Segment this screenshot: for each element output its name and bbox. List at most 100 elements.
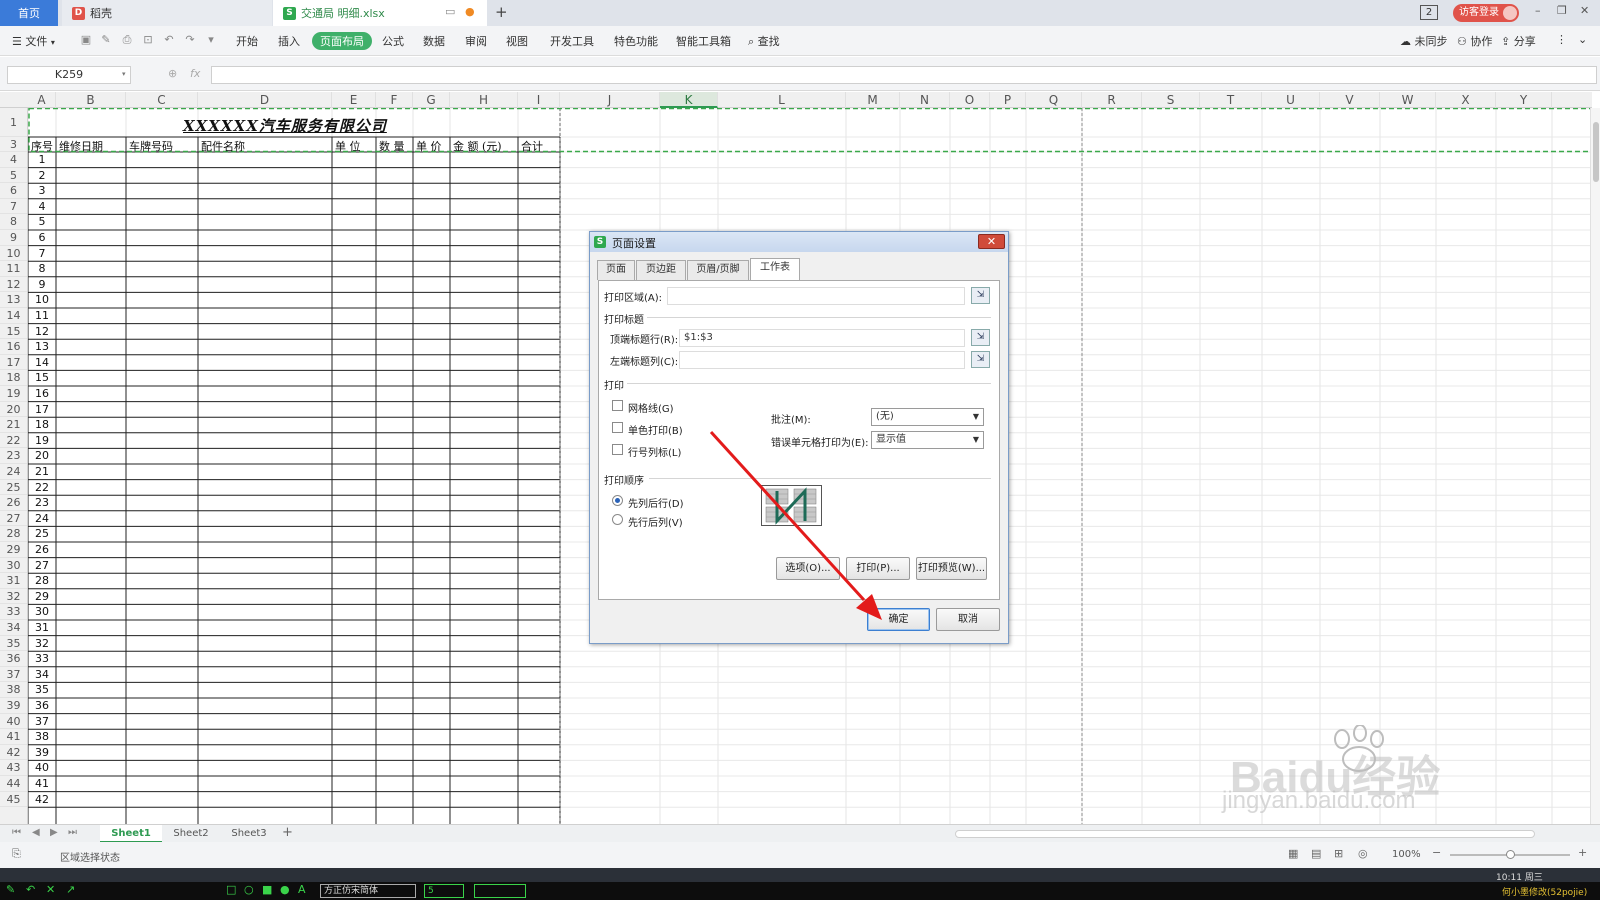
menu-dev-tools[interactable]: 开发工具 [550, 33, 594, 49]
filled-rect-tool-icon[interactable]: ■ [262, 883, 272, 896]
menu-review[interactable]: 审阅 [465, 33, 487, 49]
tab-page[interactable]: 页面 [597, 260, 635, 280]
column-header[interactable]: H [450, 92, 518, 108]
first-sheet-icon[interactable]: ⏮ [12, 827, 21, 838]
new-tab-button[interactable]: + [495, 3, 508, 21]
menu-search[interactable]: ⌕ 查找 [748, 33, 780, 49]
range-picker-icon[interactable]: ⇲ [971, 351, 990, 368]
save-icon[interactable]: ▣ [80, 34, 92, 46]
tab-file[interactable]: S 交通局 明细.xlsx ▭ ● [273, 0, 487, 26]
print-icon[interactable]: ⎙ [121, 34, 133, 46]
row-header[interactable]: 20 [0, 402, 27, 418]
undo-tool-icon[interactable]: ↶ [26, 883, 35, 896]
dialog-title-bar[interactable]: S 页面设置 ✕ [590, 232, 1008, 252]
menu-page-layout[interactable]: 页面布局 [312, 32, 372, 50]
menu-special[interactable]: 特色功能 [614, 33, 658, 49]
row-header[interactable]: 8 [0, 214, 27, 230]
filled-ellipse-tool-icon[interactable]: ● [280, 883, 290, 896]
options-button[interactable]: 选项(O)... [776, 557, 840, 580]
row-header[interactable]: 40 [0, 714, 27, 730]
column-header[interactable]: U [1262, 92, 1320, 108]
top-rows-input[interactable]: $1:$3 [679, 329, 965, 347]
menu-start[interactable]: 开始 [236, 33, 258, 49]
row-header[interactable]: 22 [0, 433, 27, 449]
sheet-tab-3[interactable]: Sheet3 [220, 825, 278, 843]
sheet-tab-1[interactable]: Sheet1 [100, 825, 162, 843]
column-header[interactable]: O [950, 92, 990, 108]
column-header[interactable]: C [126, 92, 198, 108]
column-header[interactable]: Q [1026, 92, 1082, 108]
row-header[interactable]: 43 [0, 760, 27, 776]
column-header[interactable]: X [1436, 92, 1496, 108]
tab-daoke[interactable]: D 稻壳 [62, 0, 272, 26]
row-header[interactable]: 33 [0, 604, 27, 620]
column-header[interactable]: W [1380, 92, 1436, 108]
collab-button[interactable]: ⚇ 协作 [1457, 33, 1492, 49]
row-header[interactable]: 34 [0, 620, 27, 636]
row-header[interactable]: 1 [0, 108, 27, 137]
restore-icon[interactable]: ❐ [1557, 4, 1567, 17]
errors-select[interactable]: 显示值 ▼ [871, 431, 984, 449]
print-area-input[interactable] [667, 287, 965, 305]
menu-view[interactable]: 视图 [506, 33, 528, 49]
next-sheet-icon[interactable]: ▶ [50, 827, 58, 838]
row-header[interactable]: 42 [0, 745, 27, 761]
zoom-in-icon[interactable]: + [1578, 846, 1587, 859]
row-header[interactable]: 12 [0, 277, 27, 293]
row-header[interactable]: 15 [0, 324, 27, 340]
row-header[interactable]: 24 [0, 464, 27, 480]
page-layout-view-icon[interactable]: ▤ [1311, 847, 1321, 860]
row-header[interactable]: 6 [0, 183, 27, 199]
row-header[interactable]: 19 [0, 386, 27, 402]
range-picker-icon[interactable]: ⇲ [971, 329, 990, 346]
row-header[interactable]: 4 [0, 152, 27, 168]
zoom-formula-icon[interactable]: ⊕ [168, 67, 177, 80]
row-header[interactable]: 3 [0, 137, 27, 152]
column-header[interactable]: L [718, 92, 846, 108]
redo-icon[interactable]: ↷ [184, 34, 196, 46]
row-header[interactable]: 17 [0, 355, 27, 371]
row-header[interactable]: 11 [0, 261, 27, 277]
row-header[interactable]: 44 [0, 776, 27, 792]
eye-protection-icon[interactable]: ◎ [1358, 847, 1368, 860]
row-header[interactable]: 29 [0, 542, 27, 558]
ok-button[interactable]: 确定 [867, 608, 930, 631]
row-header[interactable]: 18 [0, 370, 27, 386]
text-tool-icon[interactable]: A [298, 883, 306, 896]
arrow-tool-icon[interactable]: ↗ [66, 883, 75, 896]
name-box[interactable]: K259 [7, 66, 131, 84]
row-header[interactable]: 41 [0, 729, 27, 745]
last-sheet-icon[interactable]: ⏭ [68, 827, 77, 838]
close-window-icon[interactable]: ✕ [1580, 4, 1589, 17]
normal-view-icon[interactable]: ▦ [1288, 847, 1298, 860]
more-icon[interactable]: ⋮ [1556, 33, 1567, 46]
column-header[interactable]: S [1142, 92, 1200, 108]
row-header[interactable]: 39 [0, 698, 27, 714]
zoom-level[interactable]: 100% [1392, 849, 1421, 860]
range-picker-icon[interactable]: ⇲ [971, 287, 990, 304]
row-header[interactable]: 38 [0, 682, 27, 698]
gridlines-checkbox[interactable] [612, 400, 623, 411]
page-break-view-icon[interactable]: ⊞ [1334, 847, 1343, 860]
close-button[interactable]: ✕ [978, 234, 1005, 249]
row-header[interactable]: 9 [0, 230, 27, 246]
column-header[interactable]: V [1320, 92, 1380, 108]
formula-input[interactable] [211, 66, 1597, 84]
menu-insert[interactable]: 插入 [278, 33, 300, 49]
row-header[interactable]: 35 [0, 636, 27, 652]
row-header[interactable]: 31 [0, 573, 27, 589]
left-cols-input[interactable] [679, 351, 965, 369]
row-header[interactable]: 30 [0, 558, 27, 574]
column-header[interactable]: B [56, 92, 126, 108]
row-header[interactable]: 36 [0, 651, 27, 667]
tab-sheet[interactable]: 工作表 [750, 258, 800, 280]
menu-smart-tools[interactable]: 智能工具箱 [676, 33, 731, 49]
tab-monitor-icon[interactable]: ▭ [445, 5, 455, 18]
row-header[interactable]: 23 [0, 448, 27, 464]
row-header[interactable]: 25 [0, 480, 27, 496]
print-button[interactable]: 打印(P)... [846, 557, 910, 580]
row-header[interactable]: 21 [0, 417, 27, 433]
order-over-then-down-radio[interactable] [612, 514, 623, 525]
column-header[interactable]: T [1200, 92, 1262, 108]
row-header[interactable]: 16 [0, 339, 27, 355]
